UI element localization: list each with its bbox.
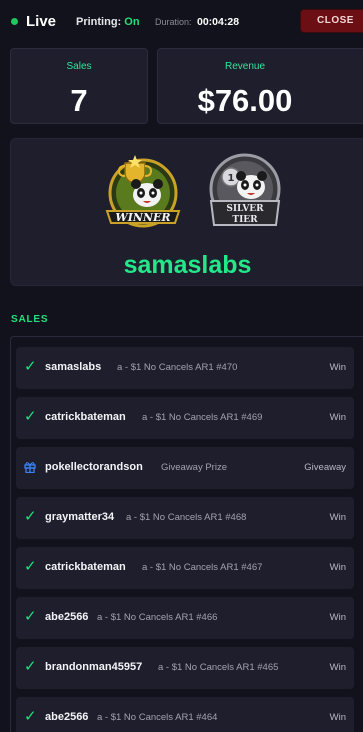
silver-tier-badge-icon: 1 SILVER TIER	[209, 153, 281, 226]
svg-text:WINNER: WINNER	[115, 211, 170, 224]
sale-username: graymatter34	[45, 511, 115, 523]
close-button[interactable]: CLOSE	[300, 9, 363, 33]
sale-username: catrickbateman	[45, 561, 126, 573]
sale-row[interactable]: ✓ catrickbateman a - $1 No Cancels AR1 #…	[16, 547, 354, 589]
sale-row[interactable]: ✓ abe2566 a - $1 No Cancels AR1 #464 Win	[16, 697, 354, 732]
winner-panel: WINNER 1 SILVER TIER samaslabs	[10, 138, 363, 286]
check-icon: ✓	[24, 358, 37, 375]
sale-row[interactable]: ✓ samaslabs a - $1 No Cancels AR1 #470 W…	[16, 347, 354, 389]
check-icon: ✓	[24, 608, 37, 625]
sale-type: Win	[329, 362, 346, 373]
check-icon: ✓	[24, 508, 37, 525]
sale-type: Win	[329, 662, 346, 673]
printing-label: Printing:	[76, 16, 122, 28]
sale-username: abe2566	[45, 711, 89, 723]
revenue-stat-label: Revenue	[224, 61, 266, 72]
revenue-stat-value: $76.00	[197, 83, 293, 118]
sale-item: a - $1 No Cancels AR1 #464	[97, 712, 218, 723]
duration-value: 00:04:28	[197, 16, 240, 28]
sale-username: samaslabs	[45, 361, 102, 373]
winner-name: samaslabs	[123, 251, 252, 279]
revenue-stat-card: Revenue $76.00	[157, 48, 363, 124]
sales-section-header: SALES	[11, 314, 49, 325]
check-icon: ✓	[24, 708, 37, 725]
sale-username: abe2566	[45, 611, 89, 623]
sale-type: Win	[329, 562, 346, 573]
sale-username: pokellectorandson	[45, 461, 143, 473]
svg-text:1: 1	[228, 173, 235, 184]
duration-label: Duration:	[155, 17, 192, 27]
sale-type: Giveaway	[304, 462, 346, 473]
live-label: Live	[26, 13, 57, 30]
sales-stat-label: Sales	[66, 61, 92, 72]
check-icon: ✓	[24, 658, 37, 675]
sales-list[interactable]: ✓ samaslabs a - $1 No Cancels AR1 #470 W…	[10, 336, 363, 732]
sale-type: Win	[329, 512, 346, 523]
sale-row[interactable]: pokellectorandson Giveaway Prize Giveawa…	[16, 447, 354, 489]
sale-item: a - $1 No Cancels AR1 #469	[142, 412, 263, 423]
gift-icon	[24, 458, 38, 476]
live-indicator-dot	[11, 18, 18, 25]
sale-item: a - $1 No Cancels AR1 #467	[142, 562, 263, 573]
svg-text:SILVER: SILVER	[226, 204, 264, 214]
sale-type: Win	[329, 612, 346, 623]
sale-row[interactable]: ✓ catrickbateman a - $1 No Cancels AR1 #…	[16, 397, 354, 439]
check-icon: ✓	[24, 558, 37, 575]
svg-text:TIER: TIER	[232, 215, 258, 225]
sale-type: Win	[329, 412, 346, 423]
sale-type: Win	[329, 712, 346, 723]
sale-item: a - $1 No Cancels AR1 #465	[158, 662, 279, 673]
sales-stat-card: Sales 7	[10, 48, 148, 124]
top-bar: Live Printing: On Duration: 00:04:28 CLO…	[0, 0, 363, 44]
sale-username: catrickbateman	[45, 411, 126, 423]
sale-item: a - $1 No Cancels AR1 #470	[117, 362, 238, 373]
sale-item: a - $1 No Cancels AR1 #468	[126, 512, 247, 523]
winner-badge-icon: WINNER	[105, 155, 181, 228]
sale-item: a - $1 No Cancels AR1 #466	[97, 612, 218, 623]
sale-row[interactable]: ✓ graymatter34 a - $1 No Cancels AR1 #46…	[16, 497, 354, 539]
printing-value: On	[124, 16, 140, 28]
printing-status: Printing: On	[76, 16, 140, 28]
sale-item: Giveaway Prize	[161, 462, 227, 473]
sales-stat-value: 7	[70, 83, 88, 118]
sale-row[interactable]: ✓ abe2566 a - $1 No Cancels AR1 #466 Win	[16, 597, 354, 639]
check-icon: ✓	[24, 408, 37, 425]
sale-username: brandonman45957	[45, 661, 143, 673]
sale-row[interactable]: ✓ brandonman45957 a - $1 No Cancels AR1 …	[16, 647, 354, 689]
